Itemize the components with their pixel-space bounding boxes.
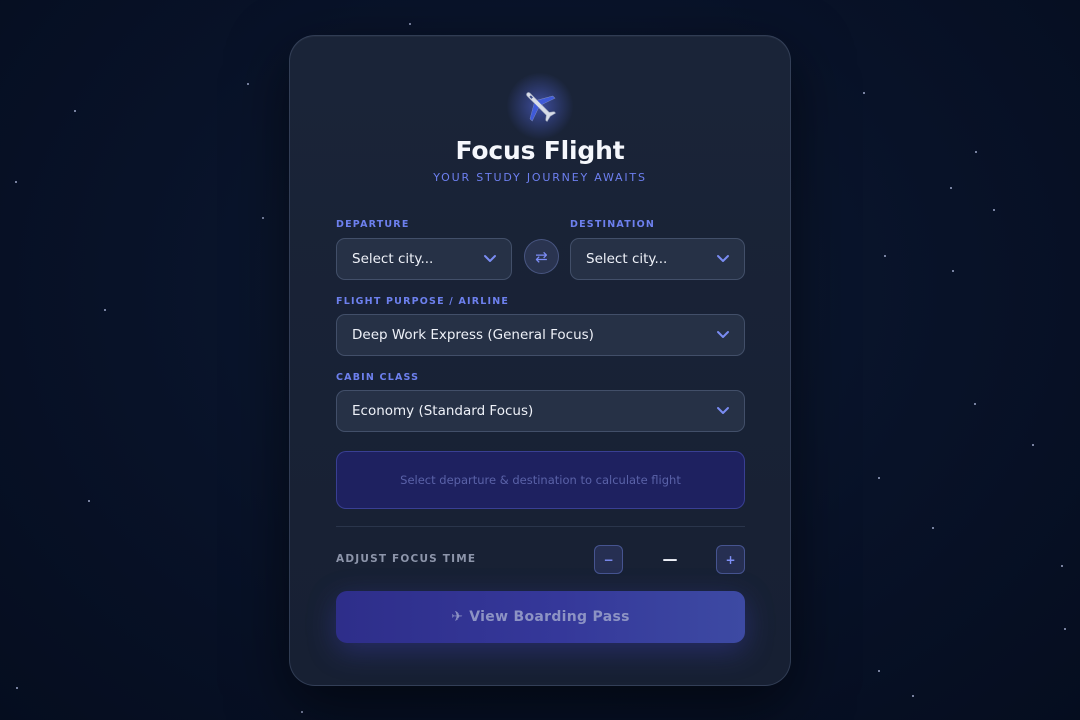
star: [932, 527, 934, 529]
flight-info-text: Select departure & destination to calcul…: [400, 473, 681, 487]
departure-select[interactable]: Select city...: [336, 238, 512, 280]
divider: [336, 526, 745, 527]
flight-info-panel: Select departure & destination to calcul…: [336, 451, 745, 509]
chevron-down-icon: [717, 255, 729, 262]
destination-select[interactable]: Select city...: [570, 238, 745, 280]
purpose-value: Deep Work Express (General Focus): [352, 327, 594, 343]
star: [975, 151, 977, 153]
purpose-label: FLIGHT PURPOSE / AIRLINE: [336, 296, 510, 307]
star: [878, 477, 880, 479]
star: [993, 209, 995, 211]
departure-value: Select city...: [352, 251, 434, 267]
destination-value: Select city...: [586, 251, 668, 267]
chevron-down-icon: [717, 407, 729, 414]
purpose-select[interactable]: Deep Work Express (General Focus): [336, 314, 745, 356]
app-subtitle: YOUR STUDY JOURNEY AWAITS: [433, 171, 647, 184]
airplane-icon: ✈: [451, 609, 464, 625]
adjust-focus-label: ADJUST FOCUS TIME: [336, 553, 477, 565]
star: [88, 500, 90, 502]
focus-time-value: —: [662, 550, 678, 568]
star: [863, 92, 865, 94]
star: [878, 670, 880, 672]
chevron-down-icon: [717, 331, 729, 338]
cabin-label: CABIN CLASS: [336, 372, 420, 383]
flight-card: Focus Flight YOUR STUDY JOURNEY AWAITS D…: [289, 35, 791, 686]
boarding-button-label: View Boarding Pass: [469, 609, 630, 625]
departure-label: DEPARTURE: [336, 219, 410, 230]
star: [262, 217, 264, 219]
decrement-button[interactable]: −: [594, 545, 623, 574]
increment-button[interactable]: +: [716, 545, 745, 574]
star: [16, 687, 18, 689]
airplane-icon: [506, 72, 574, 140]
app-title: Focus Flight: [455, 136, 625, 165]
star: [1032, 444, 1034, 446]
destination-label: DESTINATION: [570, 219, 656, 230]
star: [247, 83, 249, 85]
star: [1061, 565, 1063, 567]
swap-arrows-icon: ⇄: [535, 247, 548, 266]
star: [950, 187, 952, 189]
star: [1064, 628, 1066, 630]
star: [409, 23, 411, 25]
star: [301, 711, 303, 713]
star: [912, 695, 914, 697]
star: [884, 255, 886, 257]
star: [15, 181, 17, 183]
chevron-down-icon: [484, 255, 496, 262]
cabin-value: Economy (Standard Focus): [352, 403, 534, 419]
star: [74, 110, 76, 112]
star: [104, 309, 106, 311]
star: [974, 403, 976, 405]
star: [952, 270, 954, 272]
swap-button[interactable]: ⇄: [524, 239, 559, 274]
view-boarding-pass-button[interactable]: ✈ View Boarding Pass: [336, 591, 745, 643]
cabin-select[interactable]: Economy (Standard Focus): [336, 390, 745, 432]
